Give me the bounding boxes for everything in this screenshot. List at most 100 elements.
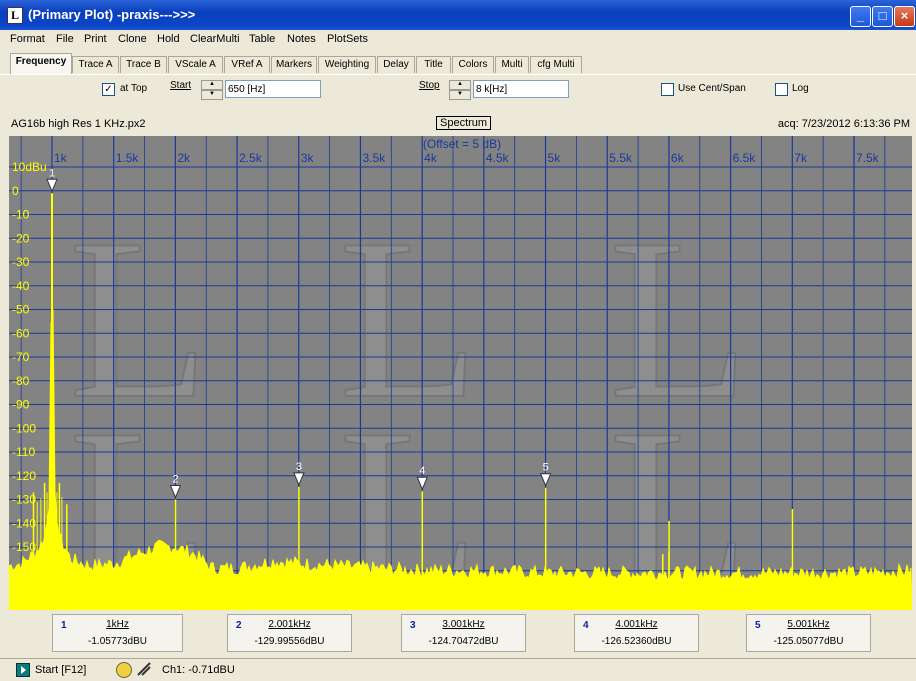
y-tick-label: -40	[12, 279, 30, 293]
x-tick-label: 3.5k	[362, 151, 386, 165]
marker-triangle-icon[interactable]	[293, 472, 305, 487]
marker-level: -126.52360dBU	[601, 636, 672, 647]
x-tick-label: 3k	[301, 151, 315, 165]
y-tick-label: -90	[12, 398, 30, 412]
info-bar: AG16b high Res 1 KHz.px2 Spectrum acq: 7…	[6, 114, 912, 134]
marker-readout-1[interactable]: 1 1kHz -1.05773dBU	[52, 614, 183, 652]
tab-title[interactable]: Title	[416, 56, 451, 73]
use-cent-span-label: Use Cent/Span	[678, 83, 746, 94]
y-tick-label: 0	[12, 184, 19, 198]
start-run-label[interactable]: Start [F12]	[35, 664, 86, 676]
tab-colors[interactable]: Colors	[452, 56, 494, 73]
spectrum-plot[interactable]: LLLLLL 1k 1.5k 2k 2.5k 3k 3.5k 4k 4.5k 5k 5.5k 6k 6…	[9, 136, 912, 610]
tab-delay[interactable]: Delay	[377, 56, 415, 73]
y-tick-label: -120	[12, 469, 36, 483]
gauge-icon[interactable]	[116, 662, 132, 678]
start-label[interactable]: Start	[170, 80, 191, 91]
window-title: (Primary Plot) -praxis--->>>	[28, 7, 196, 22]
marker-level: -1.05773dBU	[88, 636, 147, 647]
y-tick-label: -110	[12, 445, 35, 459]
filename-label: AG16b high Res 1 KHz.px2	[11, 118, 146, 130]
y-tick-label: -150	[12, 540, 36, 554]
up-arrow-icon[interactable]: ▲	[201, 80, 223, 90]
spectrum-mode-button[interactable]: Spectrum	[436, 116, 492, 130]
spectrum-chart[interactable]: L L LL L L 1k 1.5k 2k 2.5k 3k 3.5k 4k 4.5k 5k 5.5k 6k 6…	[9, 136, 912, 610]
menu-bar: Format File Print Clone Hold ClearMulti …	[0, 30, 916, 50]
menu-format[interactable]: Format	[10, 33, 45, 45]
log-label: Log	[792, 83, 809, 94]
tab-vscale-a[interactable]: VScale A	[168, 56, 223, 73]
x-tick-label: 4.5k	[486, 151, 510, 165]
marker-level: -124.70472dBU	[428, 636, 499, 647]
tab-strip: Frequency Trace A Trace B VScale A VRef …	[0, 50, 916, 75]
minimize-button[interactable]: _	[850, 6, 871, 27]
y-tick-label: -30	[12, 255, 30, 269]
marker-triangle-icon[interactable]	[539, 473, 552, 488]
menu-notes[interactable]: Notes	[287, 33, 316, 45]
x-tick-label: 7k	[794, 151, 808, 165]
menu-clearmulti[interactable]: ClearMulti	[190, 33, 240, 45]
tab-multi[interactable]: Multi	[495, 56, 529, 73]
close-button[interactable]: ×	[894, 6, 915, 27]
marker-readout-5[interactable]: 5 5.001kHz -125.05077dBU	[746, 614, 871, 652]
marker-readout-2[interactable]: 2 2.001kHz -129.99556dBU	[227, 614, 352, 652]
title-bar: L (Primary Plot) -praxis--->>> _ □ ×	[0, 0, 916, 30]
start-spinner[interactable]: ▲ ▼	[201, 80, 223, 100]
tab-trace-a[interactable]: Trace A	[72, 56, 119, 73]
x-tick-label: 5k	[548, 151, 562, 165]
tab-weighting[interactable]: Weighting	[318, 56, 376, 73]
y-tick-label: -60	[12, 326, 30, 340]
menu-plotsets[interactable]: PlotSets	[327, 33, 368, 45]
x-tick-label: 2k	[177, 151, 191, 165]
marker-frequency[interactable]: 5.001kHz	[747, 619, 870, 630]
marker-frequency[interactable]: 2.001kHz	[228, 619, 351, 630]
y-tick-label: -140	[12, 516, 36, 530]
y-tick-label: -50	[12, 303, 30, 317]
marker-readout-3[interactable]: 3 3.001kHz -124.70472dBU	[401, 614, 526, 652]
x-tick-label: 6k	[671, 151, 685, 165]
menu-table[interactable]: Table	[249, 33, 275, 45]
start-frequency-input[interactable]: 650 [Hz]	[225, 80, 321, 98]
stop-label[interactable]: Stop	[419, 80, 440, 91]
menu-print[interactable]: Print	[84, 33, 107, 45]
probe-icon[interactable]	[136, 661, 152, 677]
down-arrow-icon[interactable]: ▼	[449, 90, 471, 100]
stop-frequency-input[interactable]: 8 k[Hz]	[473, 80, 569, 98]
frequency-toolbar: ✓ at Top Start ▲ ▼ 650 [Hz] Stop ▲ ▼ 8 k…	[0, 74, 916, 112]
marker-triangle-icon[interactable]	[46, 178, 58, 193]
app-icon[interactable]: L	[7, 7, 23, 24]
down-arrow-icon[interactable]: ▼	[201, 90, 223, 100]
use-cent-span-checkbox[interactable]	[661, 83, 674, 96]
tab-cfg-multi[interactable]: cfg Multi	[530, 56, 582, 73]
x-tick-label: 2.5k	[239, 151, 263, 165]
menu-clone[interactable]: Clone	[118, 33, 147, 45]
tab-frequency[interactable]: Frequency	[10, 53, 72, 74]
y-tick-label: -130	[12, 493, 36, 507]
maximize-button[interactable]: □	[872, 6, 893, 27]
marker-readout-4[interactable]: 4 4.001kHz -126.52360dBU	[574, 614, 699, 652]
x-tick-label: 1.5k	[116, 151, 140, 165]
menu-file[interactable]: File	[56, 33, 74, 45]
x-tick-label: 1k	[54, 151, 68, 165]
marker-frequency[interactable]: 3.001kHz	[402, 619, 525, 630]
marker-frequency[interactable]: 4.001kHz	[575, 619, 698, 630]
at-top-checkbox[interactable]: ✓	[102, 83, 115, 96]
tab-markers[interactable]: Markers	[271, 56, 317, 73]
up-arrow-icon[interactable]: ▲	[449, 80, 471, 90]
marker-number-label: 2	[172, 473, 178, 485]
y-tick-label: -10	[12, 208, 30, 222]
status-bar: Start [F12] Ch1: -0.71dBU	[0, 658, 916, 681]
marker-level: -125.05077dBU	[773, 636, 844, 647]
offset-label: (Offset = 5 dB)	[423, 137, 501, 151]
log-checkbox[interactable]	[775, 83, 788, 96]
marker-frequency[interactable]: 1kHz	[53, 619, 182, 630]
marker-number-label: 3	[296, 461, 302, 473]
stop-spinner[interactable]: ▲ ▼	[449, 80, 471, 100]
tab-trace-b[interactable]: Trace B	[120, 56, 167, 73]
menu-hold[interactable]: Hold	[157, 33, 180, 45]
play-icon[interactable]	[16, 663, 30, 677]
marker-level: -129.99556dBU	[254, 636, 325, 647]
at-top-label: at Top	[120, 83, 148, 94]
y-tick-label: 10dBu	[12, 160, 47, 174]
tab-vref-a[interactable]: VRef A	[224, 56, 270, 73]
